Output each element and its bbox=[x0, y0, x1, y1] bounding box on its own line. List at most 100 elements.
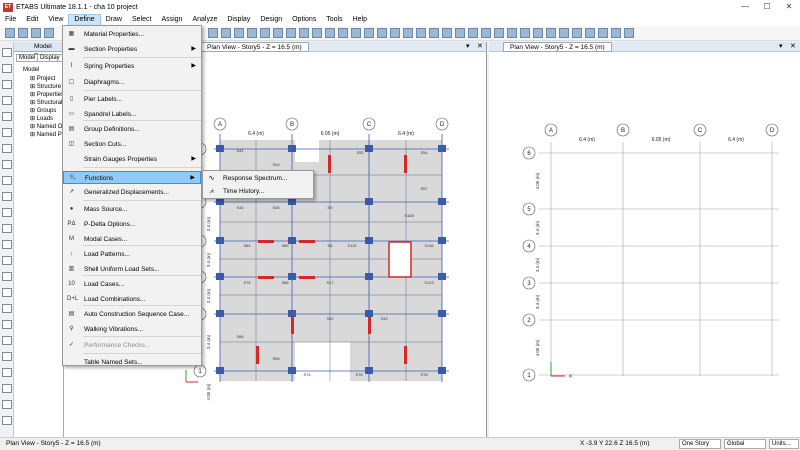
define-menu-item-load-cases[interactable]: 10 Load Cases... bbox=[63, 278, 201, 291]
draw-deck-icon[interactable] bbox=[2, 176, 12, 185]
draw-slab-icon[interactable] bbox=[2, 160, 12, 169]
display-options-icon[interactable] bbox=[338, 28, 348, 38]
snap-ends-icon[interactable] bbox=[2, 320, 12, 329]
diagram-icon[interactable] bbox=[442, 28, 452, 38]
snap-fine-grid-icon[interactable] bbox=[2, 384, 12, 393]
menu-help[interactable]: Help bbox=[348, 14, 372, 26]
define-menu-item-functions[interactable]: ⁰⁄₀ Functions ▶ bbox=[63, 171, 201, 184]
coordinate-system-select[interactable]: Global bbox=[724, 439, 766, 449]
section-designer-icon[interactable] bbox=[429, 28, 439, 38]
tree-properties[interactable]: ⊞ Properties bbox=[30, 91, 64, 98]
draw-beam-icon[interactable] bbox=[2, 112, 12, 121]
tree-named-plots[interactable]: ⊞ Named Pl bbox=[30, 131, 63, 138]
menu-display[interactable]: Display bbox=[222, 14, 255, 26]
tree-structural[interactable]: ⊞ Structural bbox=[30, 99, 62, 106]
draw-dimension-icon[interactable] bbox=[2, 272, 12, 281]
wall-icon[interactable] bbox=[585, 28, 595, 38]
draw-wall-icon[interactable] bbox=[2, 192, 12, 201]
tree-groups[interactable]: ⊞ Groups bbox=[30, 107, 56, 114]
perspective-icon[interactable] bbox=[286, 28, 296, 38]
maximize-button[interactable]: ☐ bbox=[756, 0, 778, 14]
deformed-shape-icon[interactable] bbox=[364, 28, 374, 38]
snap-icon[interactable] bbox=[507, 28, 517, 38]
define-menu-item-shell-uniform-load-sets[interactable]: ▥ Shell Uniform Load Sets... bbox=[63, 263, 201, 276]
tendon-icon[interactable] bbox=[572, 28, 582, 38]
define-menu-item-table-named-sets[interactable]: Table Named Sets... bbox=[63, 356, 201, 369]
define-menu-item-material-properties[interactable]: ▦ Material Properties... bbox=[63, 28, 201, 41]
menu-design[interactable]: Design bbox=[255, 14, 287, 26]
table-icon[interactable] bbox=[455, 28, 465, 38]
forces-icon[interactable] bbox=[377, 28, 387, 38]
tree-named-output[interactable]: ⊞ Named O bbox=[30, 123, 62, 130]
story-select[interactable]: One Story bbox=[679, 439, 721, 449]
define-menu-item-mass-source[interactable]: ● Mass Source... bbox=[63, 203, 201, 216]
plan-view-right[interactable]: Plan View - Story5 - Z = 16.5 (m) ▾ ✕ A … bbox=[489, 42, 800, 437]
define-menu-item-spring-properties[interactable]: ⌇ Spring Properties ▶ bbox=[63, 60, 201, 73]
move-up-icon[interactable] bbox=[299, 28, 309, 38]
define-menu-item-diaphragms[interactable]: ▢ Diaphragms... bbox=[63, 76, 201, 89]
clear-selection-icon[interactable] bbox=[2, 416, 12, 425]
report-icon[interactable] bbox=[468, 28, 478, 38]
close-window-button[interactable]: ✕ bbox=[778, 0, 800, 14]
draw-brace-icon[interactable] bbox=[2, 128, 12, 137]
define-menu-item-section-cuts[interactable]: ◫ Section Cuts... bbox=[63, 138, 201, 151]
zoom-out-icon[interactable] bbox=[221, 28, 231, 38]
story-icon[interactable] bbox=[481, 28, 491, 38]
snap-lines-icon[interactable] bbox=[2, 368, 12, 377]
view-3d-icon[interactable] bbox=[234, 28, 244, 38]
pointer-icon[interactable] bbox=[2, 48, 12, 57]
run-analysis-icon[interactable] bbox=[403, 28, 413, 38]
tab-model[interactable]: Model bbox=[16, 54, 39, 62]
refresh-icon[interactable] bbox=[351, 28, 361, 38]
define-menu-item-section-properties[interactable]: ▬ Section Properties ▶ bbox=[63, 43, 201, 56]
line-icon[interactable] bbox=[533, 28, 543, 38]
define-menu-item-performance-checks[interactable]: ✓ Performance Checks... bbox=[63, 339, 201, 352]
zoom-in-icon[interactable] bbox=[208, 28, 218, 38]
plan-view-icon[interactable] bbox=[247, 28, 257, 38]
tree-loads[interactable]: ⊞ Loads bbox=[30, 115, 53, 122]
draw-joint-icon[interactable] bbox=[2, 80, 12, 89]
grid-icon[interactable] bbox=[494, 28, 504, 38]
select-all-icon[interactable] bbox=[2, 400, 12, 409]
draw-reference-icon[interactable] bbox=[2, 288, 12, 297]
menu-file[interactable]: File bbox=[0, 14, 21, 26]
minimize-button[interactable]: — bbox=[734, 0, 756, 14]
undo-icon[interactable] bbox=[44, 28, 54, 38]
tab-display[interactable]: Display bbox=[37, 54, 63, 62]
define-menu-item-pier-labels[interactable]: ▯ Pier Labels... bbox=[63, 93, 201, 106]
snap-points-icon[interactable] bbox=[2, 304, 12, 313]
menu-options[interactable]: Options bbox=[287, 14, 321, 26]
draw-frame-icon[interactable] bbox=[2, 96, 12, 105]
define-menu-item-p-delta-options[interactable]: PΔ P-Delta Options... bbox=[63, 218, 201, 231]
define-menu-item-load-combinations[interactable]: D+L Load Combinations... bbox=[63, 293, 201, 306]
area-icon[interactable] bbox=[546, 28, 556, 38]
draw-grid-icon[interactable] bbox=[2, 256, 12, 265]
draw-column-icon[interactable] bbox=[2, 144, 12, 153]
define-menu-item-modal-cases[interactable]: M Modal Cases... bbox=[63, 233, 201, 246]
rotate-icon[interactable] bbox=[273, 28, 283, 38]
plan-drawing-right[interactable]: A B C D 6 5 4 3 2 1 6.4 (m) 6.05 (m) 6.4… bbox=[489, 42, 800, 437]
define-menu-item-spandrel-labels[interactable]: ▭ Spandrel Labels... bbox=[63, 108, 201, 121]
response-spectrum-item[interactable]: ∿ Response Spectrum... bbox=[203, 172, 313, 185]
open-icon[interactable] bbox=[18, 28, 28, 38]
define-menu-item-auto-construction-sequence-case[interactable]: ▤ Auto Construction Sequence Case... bbox=[63, 308, 201, 321]
tree-project[interactable]: ⊞ Project bbox=[30, 75, 55, 82]
new-model-icon[interactable] bbox=[5, 28, 15, 38]
node-icon[interactable] bbox=[520, 28, 530, 38]
define-menu-item-walking-vibrations[interactable]: ⚲ Walking Vibrations... bbox=[63, 323, 201, 336]
reshape-icon[interactable] bbox=[2, 64, 12, 73]
units-button[interactable]: Units... bbox=[769, 439, 799, 449]
save-icon[interactable] bbox=[31, 28, 41, 38]
time-history-item[interactable]: ⩘ Time History... bbox=[203, 185, 313, 198]
menu-edit[interactable]: Edit bbox=[21, 14, 43, 26]
dimension-icon[interactable] bbox=[598, 28, 608, 38]
define-menu-item-generalized-displacements[interactable]: ↗ Generalized Displacements... bbox=[63, 186, 201, 199]
draw-opening-icon[interactable] bbox=[2, 208, 12, 217]
define-menu-item-group-definitions[interactable]: ▤ Group Definitions... bbox=[63, 123, 201, 136]
draw-tendon-icon[interactable] bbox=[2, 240, 12, 249]
draw-link-icon[interactable] bbox=[2, 224, 12, 233]
define-menu-item-load-patterns[interactable]: ↓ Load Patterns... bbox=[63, 248, 201, 261]
tree-model[interactable]: Model bbox=[23, 67, 39, 73]
move-down-icon[interactable] bbox=[312, 28, 322, 38]
menu-tools[interactable]: Tools bbox=[321, 14, 347, 26]
